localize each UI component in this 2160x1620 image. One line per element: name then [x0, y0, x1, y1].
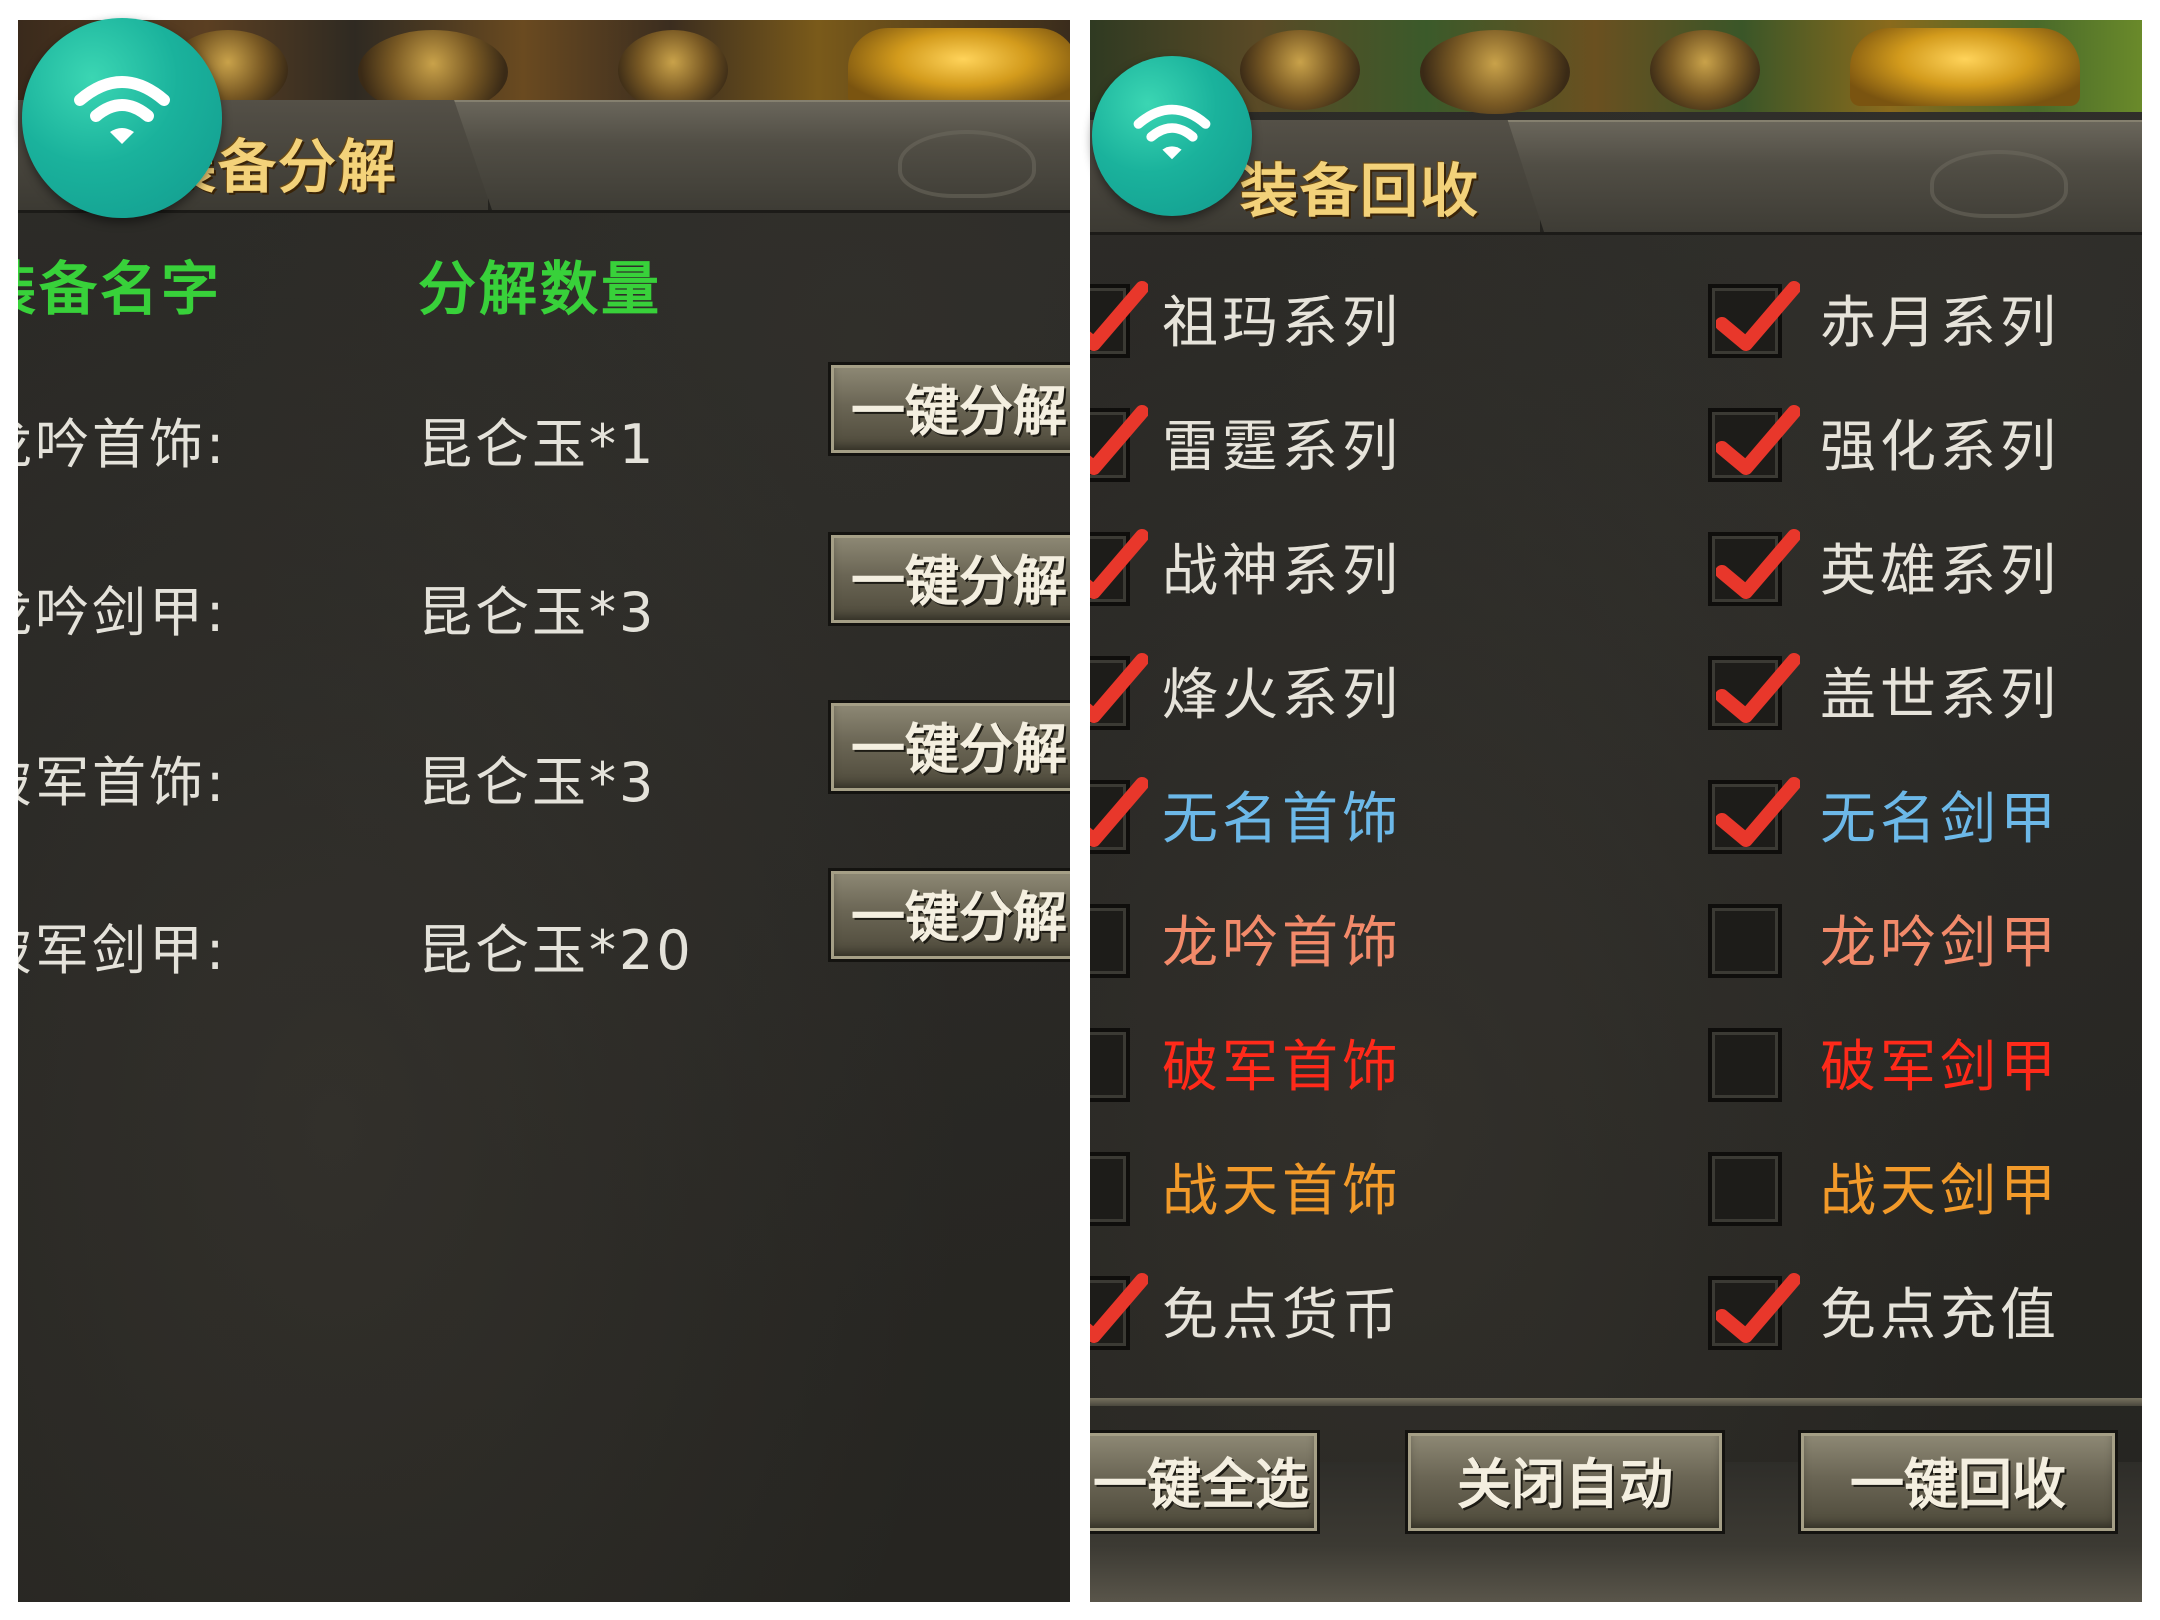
row-item-count: 昆仑玉*3 [418, 751, 657, 814]
option-checkbox[interactable] [1090, 653, 1148, 730]
equipment-decompose-panel: 装备分解 装备名字 分解数量 龙吟首饰: 昆仑玉*1 一键分解 龙吟剑甲: 昆仑… [18, 20, 1070, 1602]
option-checkbox[interactable] [1708, 1152, 1782, 1226]
checkmark-icon [1090, 405, 1148, 475]
option-label: 龙吟首饰 [1162, 911, 1402, 976]
decompose-button[interactable]: 一键分解 [828, 532, 1070, 626]
checkmark-icon [1716, 281, 1800, 351]
option-checkbox[interactable] [1708, 281, 1800, 358]
row-item-count: 昆仑玉*20 [418, 919, 694, 982]
option-label: 赤月系列 [1820, 291, 2060, 356]
ornament-icon [1240, 30, 1360, 110]
checkmark-icon [1716, 1273, 1800, 1343]
checkmark-icon [1716, 405, 1800, 475]
option-checkbox[interactable] [1708, 405, 1800, 482]
option-checkbox[interactable] [1090, 777, 1148, 854]
select-all-button[interactable]: 一键全选 [1090, 1430, 1320, 1534]
option-checkbox[interactable] [1090, 281, 1148, 358]
wifi-icon[interactable] [1092, 56, 1252, 216]
row-item-name: 破军首饰: [18, 751, 228, 814]
option-checkbox[interactable] [1090, 1273, 1148, 1350]
option-label: 战神系列 [1162, 539, 1402, 604]
option-label: 烽火系列 [1162, 663, 1402, 728]
game-top-strip [1090, 20, 2142, 114]
checkmark-icon [1090, 1273, 1148, 1343]
option-label: 祖玛系列 [1162, 291, 1402, 356]
decompose-button[interactable]: 一键分解 [828, 868, 1070, 962]
scroll-ornament-icon [898, 130, 1036, 198]
wifi-glyph [1133, 104, 1211, 160]
equipment-recycle-panel: 装备回收 祖玛系列 赤月系列雷霆系列 强化系列战神系列 英雄系列烽火系列 盖世系列无名首… [1090, 20, 2142, 1602]
treasure-icon [1850, 28, 2080, 106]
close-auto-button[interactable]: 关闭自动 [1405, 1430, 1725, 1534]
ornament-icon [1650, 30, 1760, 110]
option-checkbox[interactable] [1708, 777, 1800, 854]
row-item-name: 龙吟首饰: [18, 413, 228, 476]
wifi-glyph [74, 76, 170, 144]
checkmark-icon [1716, 653, 1800, 723]
option-label: 战天剑甲 [1820, 1159, 2060, 1224]
option-checkbox[interactable] [1708, 1028, 1782, 1102]
option-label: 强化系列 [1820, 415, 2060, 480]
checkmark-icon [1090, 653, 1148, 723]
checkmark-icon [1090, 281, 1148, 351]
option-checkbox[interactable] [1090, 405, 1148, 482]
option-label: 雷霆系列 [1162, 415, 1402, 480]
ornament-icon [1420, 30, 1570, 114]
option-label: 战天首饰 [1162, 1159, 1402, 1224]
divider [1090, 1398, 2142, 1406]
decompose-button[interactable]: 一键分解 [828, 700, 1070, 794]
wifi-icon[interactable] [22, 18, 222, 218]
row-item-name: 龙吟剑甲: [18, 581, 228, 644]
option-label: 免点充值 [1820, 1283, 2060, 1348]
treasure-icon [848, 28, 1070, 106]
option-checkbox[interactable] [1090, 1028, 1130, 1102]
row-item-count: 昆仑玉*3 [418, 581, 657, 644]
panel-title: 装备回收 [1240, 157, 1481, 225]
header-equipment-name: 装备名字 [18, 255, 223, 323]
option-label: 无名剑甲 [1820, 787, 2060, 852]
decompose-button[interactable]: 一键分解 [828, 362, 1070, 456]
checkmark-icon [1090, 529, 1148, 599]
checkmark-icon [1716, 529, 1800, 599]
option-label: 盖世系列 [1820, 663, 2060, 728]
option-label: 无名首饰 [1162, 787, 1402, 852]
option-checkbox[interactable] [1090, 1152, 1130, 1226]
option-checkbox[interactable] [1708, 653, 1800, 730]
ornament-icon [618, 30, 728, 110]
scroll-ornament-icon [1930, 150, 2068, 218]
option-checkbox[interactable] [1090, 529, 1148, 606]
row-item-name: 破军剑甲: [18, 919, 228, 982]
recycle-button[interactable]: 一键回收 [1798, 1430, 2118, 1534]
option-label: 破军剑甲 [1820, 1035, 2060, 1100]
option-label: 龙吟剑甲 [1820, 911, 2060, 976]
option-label: 英雄系列 [1820, 539, 2060, 604]
header-decompose-count: 分解数量 [418, 255, 663, 323]
option-checkbox[interactable] [1708, 1273, 1800, 1350]
option-checkbox[interactable] [1090, 904, 1130, 978]
option-checkbox[interactable] [1708, 529, 1800, 606]
option-label: 免点货币 [1162, 1283, 1402, 1348]
option-label: 破军首饰 [1162, 1035, 1402, 1100]
checkmark-icon [1090, 777, 1148, 847]
checkmark-icon [1716, 777, 1800, 847]
row-item-count: 昆仑玉*1 [418, 413, 657, 476]
option-checkbox[interactable] [1708, 904, 1782, 978]
